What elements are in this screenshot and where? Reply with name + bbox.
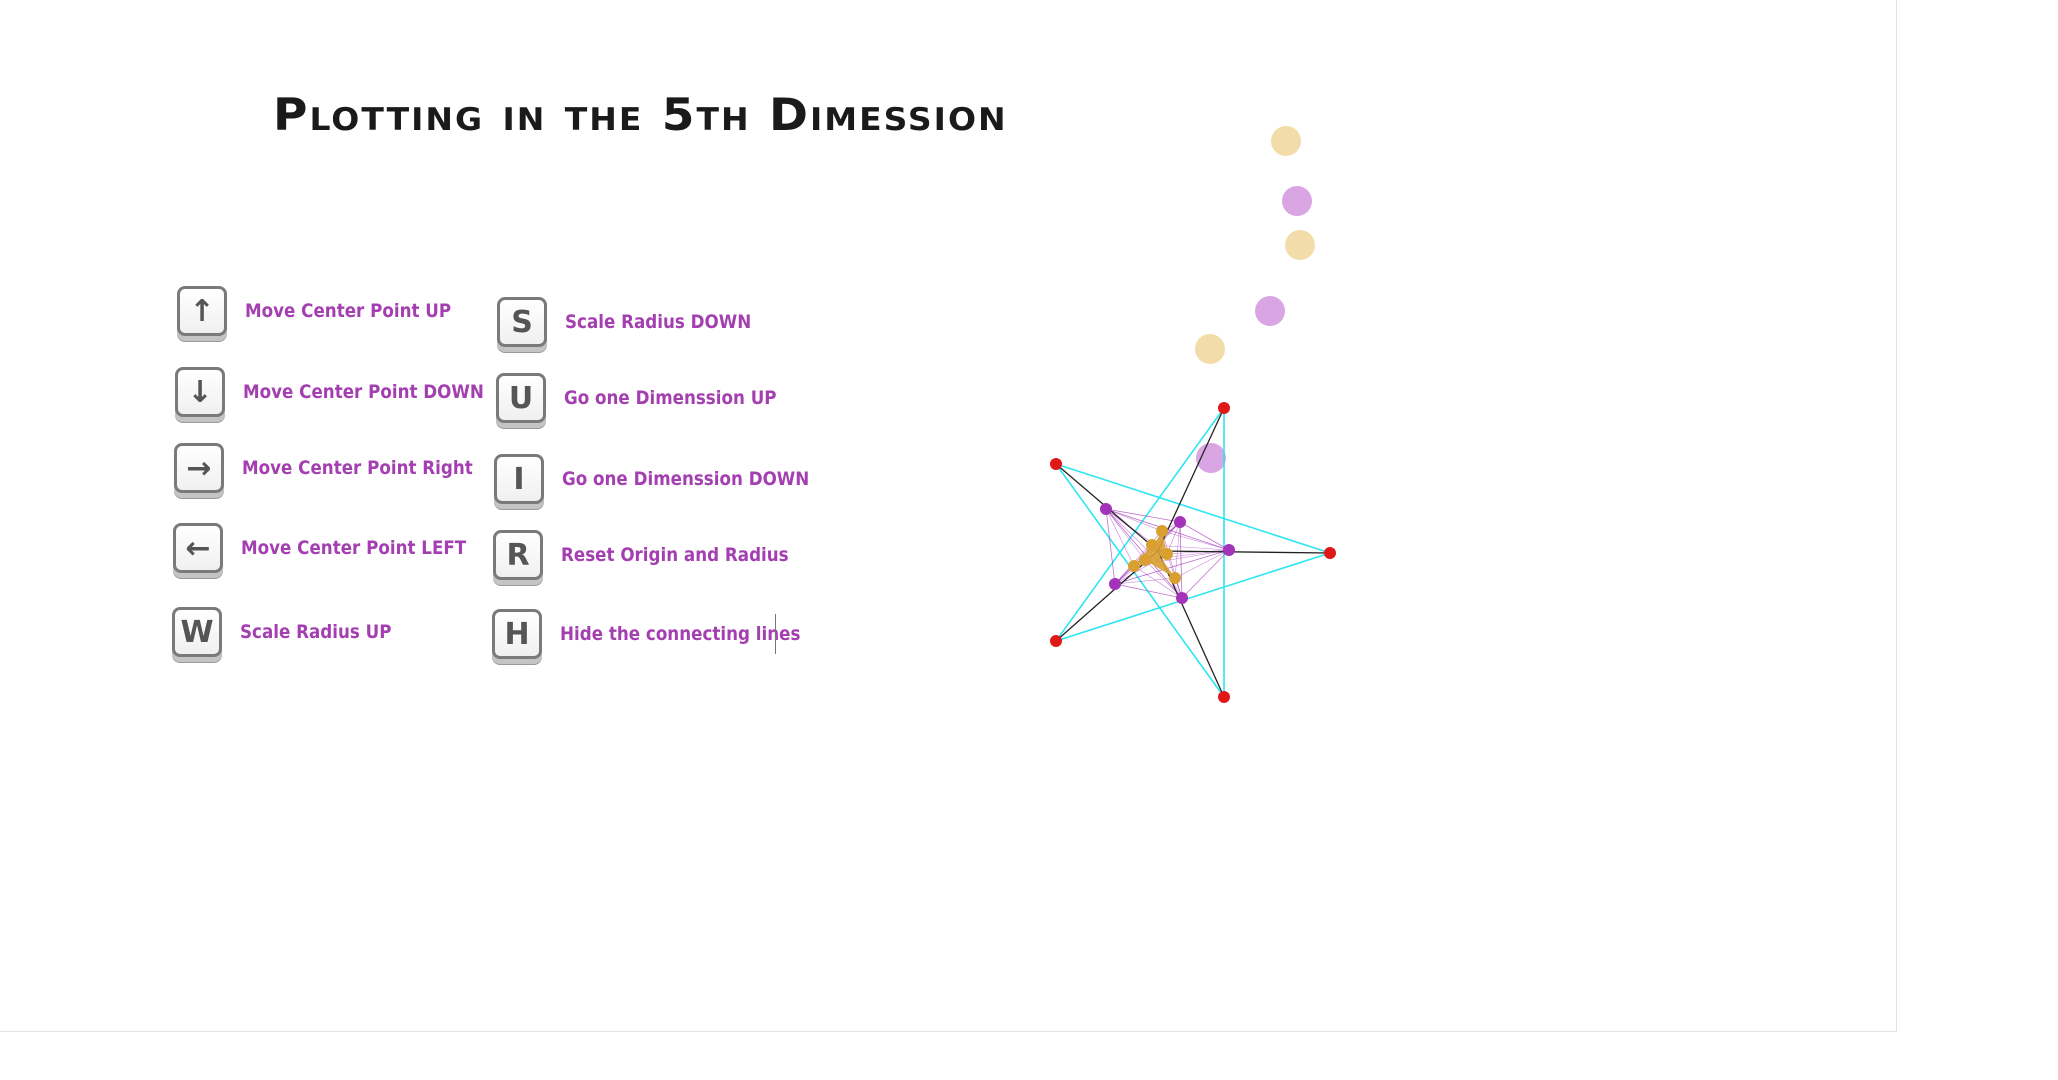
axis-vertex (1218, 402, 1230, 414)
inner-point (1109, 578, 1121, 590)
inner-point (1174, 516, 1186, 528)
floating-point (1195, 334, 1225, 364)
floating-point (1282, 186, 1312, 216)
core-connecting-line (1174, 521, 1181, 579)
axis-vertex (1050, 458, 1062, 470)
axis-vertex (1324, 547, 1336, 559)
core-point (1128, 560, 1140, 572)
core-point (1156, 525, 1168, 537)
axis-vertex (1050, 635, 1062, 647)
inner-point (1223, 544, 1235, 556)
core-connecting-line (1161, 530, 1230, 551)
floating-point (1271, 126, 1301, 156)
inner-point (1176, 592, 1188, 604)
floating-point (1285, 230, 1315, 260)
dimension-plot[interactable] (0, 0, 1897, 1032)
inner-connecting-line (1179, 521, 1183, 599)
core-point (1146, 539, 1158, 551)
axis-vertex (1218, 691, 1230, 703)
core-point (1161, 548, 1173, 560)
axis-spoke (1157, 407, 1225, 552)
core-point (1169, 572, 1181, 584)
inner-connecting-line (1105, 508, 1116, 585)
floating-point (1255, 296, 1285, 326)
core-point (1139, 554, 1151, 566)
inner-point (1100, 503, 1112, 515)
drawing-canvas[interactable]: Plotting in the 5th Dimession ↑ Move Cen… (0, 0, 1897, 1032)
